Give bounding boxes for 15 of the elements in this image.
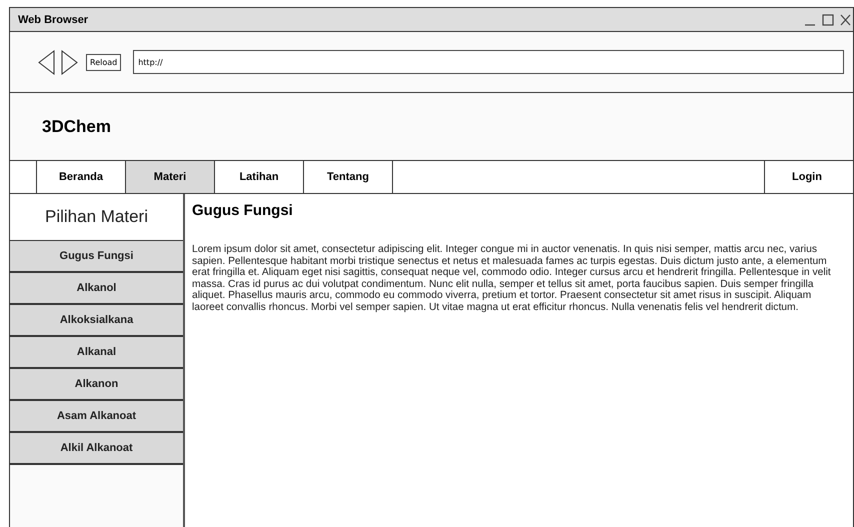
content-paragraph: Lorem ipsum dolor sit amet, consectetur adipiscing elit. Integer congue mi in auctor venenatis. In quis nisi semper, mattis arcu nec, varius sapien. Pellentesque habitant morbi tristique senectus et netus et malesuada fames ac turpis egestas. Duis dictum justo ante, a elementum erat fringilla et. Aliquam eget nisi sagittis, consequat neque vel, commodo odio. Integer cursus arcu et hendrerit fringilla. Pellentesque in velit massa. Cras id purus ac dui volutpat condimentum. Nunc elit nulla, semper et tellus sit amet, porta faucibus sapien. Duis semper fringilla aliquet. Phasellus mauris arcu, commodo eu commodo viverra, pretium et tortor. Praesent consectetur sit amet risus in suscipit. Aliquam laoreet convallis rhoncus. Morbi vel semper sapien. Ut vitae magna ut erat efficitur rhoncus. Nulla venenatis felis vel hendrerit dictum. xyxy=(192,244,832,314)
sidebar-item[interactable]: Gugus Fungsi xyxy=(10,241,183,273)
sidebar-item[interactable]: Alkil Alkanoat xyxy=(10,433,183,465)
sidebar-item[interactable]: Asam Alkanoat xyxy=(10,401,183,433)
reload-button[interactable]: Reload xyxy=(86,54,122,70)
sidebar-item[interactable]: Alkoksialkana xyxy=(10,305,183,337)
window-title: Web Browser xyxy=(18,14,90,26)
sidebar-title: Pilihan Materi xyxy=(10,194,183,241)
sidebar-item[interactable]: Alkanol xyxy=(10,273,183,305)
content-heading: Gugus Fungsi xyxy=(192,202,294,219)
nav-tab[interactable]: Materi xyxy=(126,161,215,193)
sidebar-item[interactable]: Alkanon xyxy=(10,369,183,401)
site-logo: 3DChem xyxy=(42,116,111,136)
address-field[interactable]: http:// xyxy=(133,50,844,74)
sidebar-item[interactable]: Alkanal xyxy=(10,337,183,369)
